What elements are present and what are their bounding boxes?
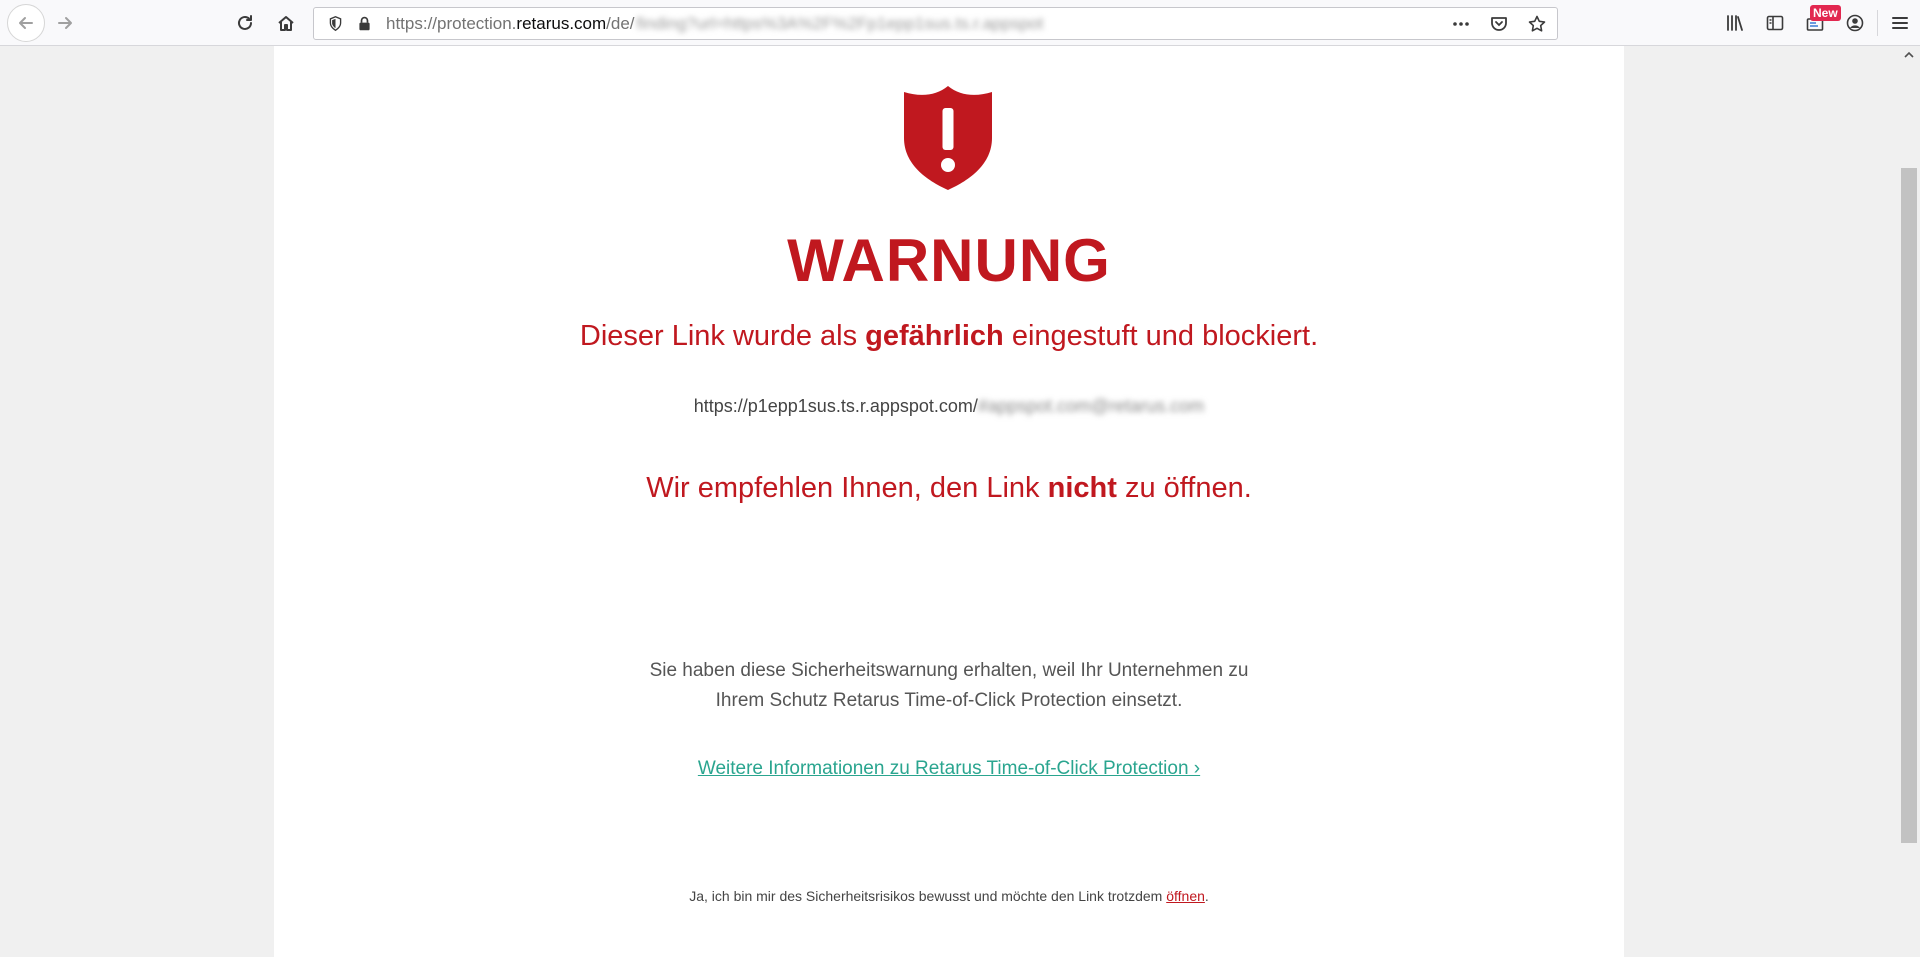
star-icon [1528, 15, 1546, 32]
scroll-thumb[interactable] [1901, 168, 1917, 843]
shield-exclamation-icon [904, 86, 992, 190]
recommendation: Wir empfehlen Ihnen, den Link nicht zu ö… [274, 470, 1624, 506]
pocket-icon [1491, 16, 1507, 31]
blocked-url: https://p1epp1sus.ts.r.appspot.com/#apps… [274, 394, 1624, 418]
arrow-right-icon [58, 17, 72, 29]
whats-new-button[interactable]: New [1795, 5, 1841, 40]
open-anyway-link[interactable]: öffnen [1166, 888, 1205, 904]
more-info: Weitere Informationen zu Retarus Time-of… [274, 756, 1624, 782]
risk-acknowledgement: Ja, ich bin mir des Sicherheitsrisikos b… [274, 886, 1624, 906]
blocked-url-blurred: #appspot.com@retarus.com [977, 396, 1205, 416]
url-text[interactable]: https://protection. retarus.com/de/findin… [386, 14, 1043, 34]
subtitle-bold: gefährlich [865, 320, 1004, 352]
toolbar-separator [1877, 10, 1878, 36]
subtitle-text-2: eingestuft und blockiert. [1003, 320, 1319, 352]
page-scrollbar[interactable] [1898, 46, 1920, 957]
info-line-1: Sie haben diese Sicherheitswarnung erhal… [649, 660, 1249, 681]
blocked-url-visible: https://p1epp1sus.ts.r.appspot.com/ [693, 396, 978, 416]
bookmark-star-button[interactable] [1523, 10, 1551, 38]
forward-button[interactable] [48, 6, 82, 40]
scroll-up-arrow[interactable] [1898, 46, 1920, 64]
home-icon [278, 16, 294, 31]
page-actions-button[interactable] [1447, 10, 1475, 38]
warning-page: WARNUNG Dieser Link wurde als gefährlich… [274, 46, 1624, 957]
hamburger-menu-icon [1892, 17, 1908, 29]
home-button[interactable] [269, 6, 303, 40]
warning-subtitle: Dieser Link wurde als gefährlich eingest… [274, 318, 1624, 354]
back-button[interactable] [7, 4, 45, 42]
sidebar-button[interactable] [1755, 6, 1795, 40]
library-icon [1727, 15, 1743, 31]
recommend-text-2: zu öffnen. [1116, 472, 1252, 504]
library-button[interactable] [1715, 6, 1755, 40]
browser-toolbar: https://protection. retarus.com/de/findin… [0, 0, 1920, 46]
account-icon [1846, 14, 1864, 32]
pocket-button[interactable] [1485, 10, 1513, 38]
risk-note-text: Ja, ich bin mir des Sicherheitsrisikos b… [689, 888, 1167, 904]
arrow-left-icon [19, 17, 33, 29]
info-text: Sie haben diese Sicherheitswarnung erhal… [274, 656, 1624, 716]
warning-title: WARNUNG [787, 227, 1111, 294]
more-info-link[interactable]: Weitere Informationen zu Retarus Time-of… [698, 758, 1200, 779]
info-line-2: Ihrem Schutz Retarus Time-of-Click Prote… [715, 690, 1183, 711]
sidebar-icon [1766, 15, 1784, 31]
lock-icon[interactable] [352, 15, 376, 32]
url-blurred-part: finding?url=https%3A%2F%2Fp1epp1sus.ts.r… [636, 13, 1044, 33]
tracking-protection-shield-icon[interactable] [322, 15, 348, 32]
url-domain: retarus.com [516, 13, 607, 33]
more-dots-icon [1453, 21, 1469, 26]
risk-note-end: . [1204, 888, 1209, 904]
recommend-text-1: Wir empfehlen Ihnen, den Link [646, 472, 1048, 504]
reload-icon [238, 15, 252, 30]
url-prefix: https://protection. [386, 13, 517, 33]
url-path: /de/ [606, 13, 635, 33]
recommend-bold: nicht [1047, 472, 1117, 504]
reload-button[interactable] [228, 6, 262, 40]
subtitle-text-1: Dieser Link wurde als [579, 320, 866, 352]
menu-button[interactable] [1880, 6, 1920, 40]
chevron-up-icon [1904, 51, 1914, 58]
account-button[interactable] [1835, 6, 1875, 40]
address-bar[interactable]: https://protection. retarus.com/de/findin… [313, 7, 1558, 40]
